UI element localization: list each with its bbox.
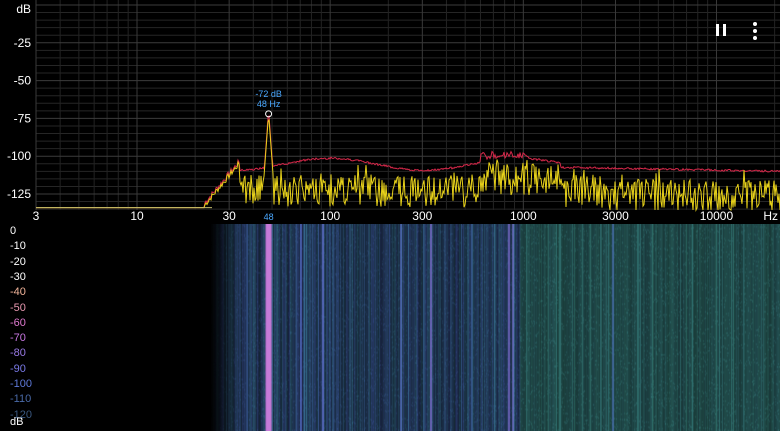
spectrogram-scale-label: -70	[10, 332, 26, 345]
hz-tick-label: 1000	[510, 209, 537, 223]
hz-tick-label: 3	[33, 209, 40, 223]
peak-axis-label: 48	[264, 212, 274, 222]
db-unit-label: dB	[16, 2, 31, 16]
db-axis-labels: -25 -50 -75 -100 -125	[7, 36, 31, 201]
spectrogram-scale-label: 0	[10, 225, 17, 237]
db-tick-label: -125	[7, 187, 31, 201]
spectrogram-scale-label: -50	[10, 301, 26, 314]
db-tick-label: -100	[7, 149, 31, 163]
hz-axis-labels: 3 10 30 100 300 1000 3000 10000	[33, 209, 734, 223]
hz-unit-label: Hz	[763, 209, 778, 223]
hz-tick-label: 30	[222, 209, 236, 223]
spectrogram-scale-label: -40	[10, 286, 26, 299]
db-tick-label: -50	[14, 74, 32, 88]
hz-tick-label: 300	[412, 209, 432, 223]
peak-hz-label: 48 Hz	[257, 99, 281, 109]
more-vert-icon	[753, 22, 757, 26]
spectrogram-scale-label: -110	[10, 393, 32, 406]
spectrogram-scale-label: -10	[10, 240, 26, 253]
live-spectrum-trace	[36, 119, 780, 212]
more-vert-dot	[753, 36, 757, 40]
grid-minor	[36, 0, 780, 210]
pause-icon-bar	[723, 24, 726, 36]
hz-tick-label: 10	[130, 209, 144, 223]
peak-db-label: -72 dB	[255, 89, 282, 99]
spectrogram[interactable]	[0, 224, 780, 431]
hz-tick-label: 100	[320, 209, 340, 223]
pause-icon	[716, 24, 719, 36]
spectrogram-unit-label: dB	[10, 416, 24, 428]
spectrogram-scale-label: -80	[10, 347, 26, 360]
spectrogram-scale-label: -60	[10, 316, 26, 329]
more-vert-dot	[753, 29, 757, 33]
spectrogram-scale-label: -30	[10, 270, 26, 283]
spectrogram-scale-label: -100	[10, 378, 33, 390]
spectrogram-scale-label: -20	[10, 255, 26, 268]
spectrogram-db-scale: 0 -10 -20 -30 -40 -50 -60 -70 -80 -90 -100 -110 -120…	[0, 224, 40, 431]
more-options-button[interactable]	[748, 20, 762, 42]
spectrum-plot[interactable]: -25 -50 -75 -100 -125 3 10 30 100 300 1000 3000 100…	[0, 0, 780, 224]
hz-tick-label: 3000	[602, 209, 629, 223]
spectrogram-scale-label: -90	[10, 362, 26, 375]
pause-button[interactable]	[713, 22, 731, 40]
db-tick-label: -25	[14, 36, 32, 50]
hz-tick-label: 10000	[700, 209, 734, 223]
db-tick-label: -75	[14, 111, 32, 125]
